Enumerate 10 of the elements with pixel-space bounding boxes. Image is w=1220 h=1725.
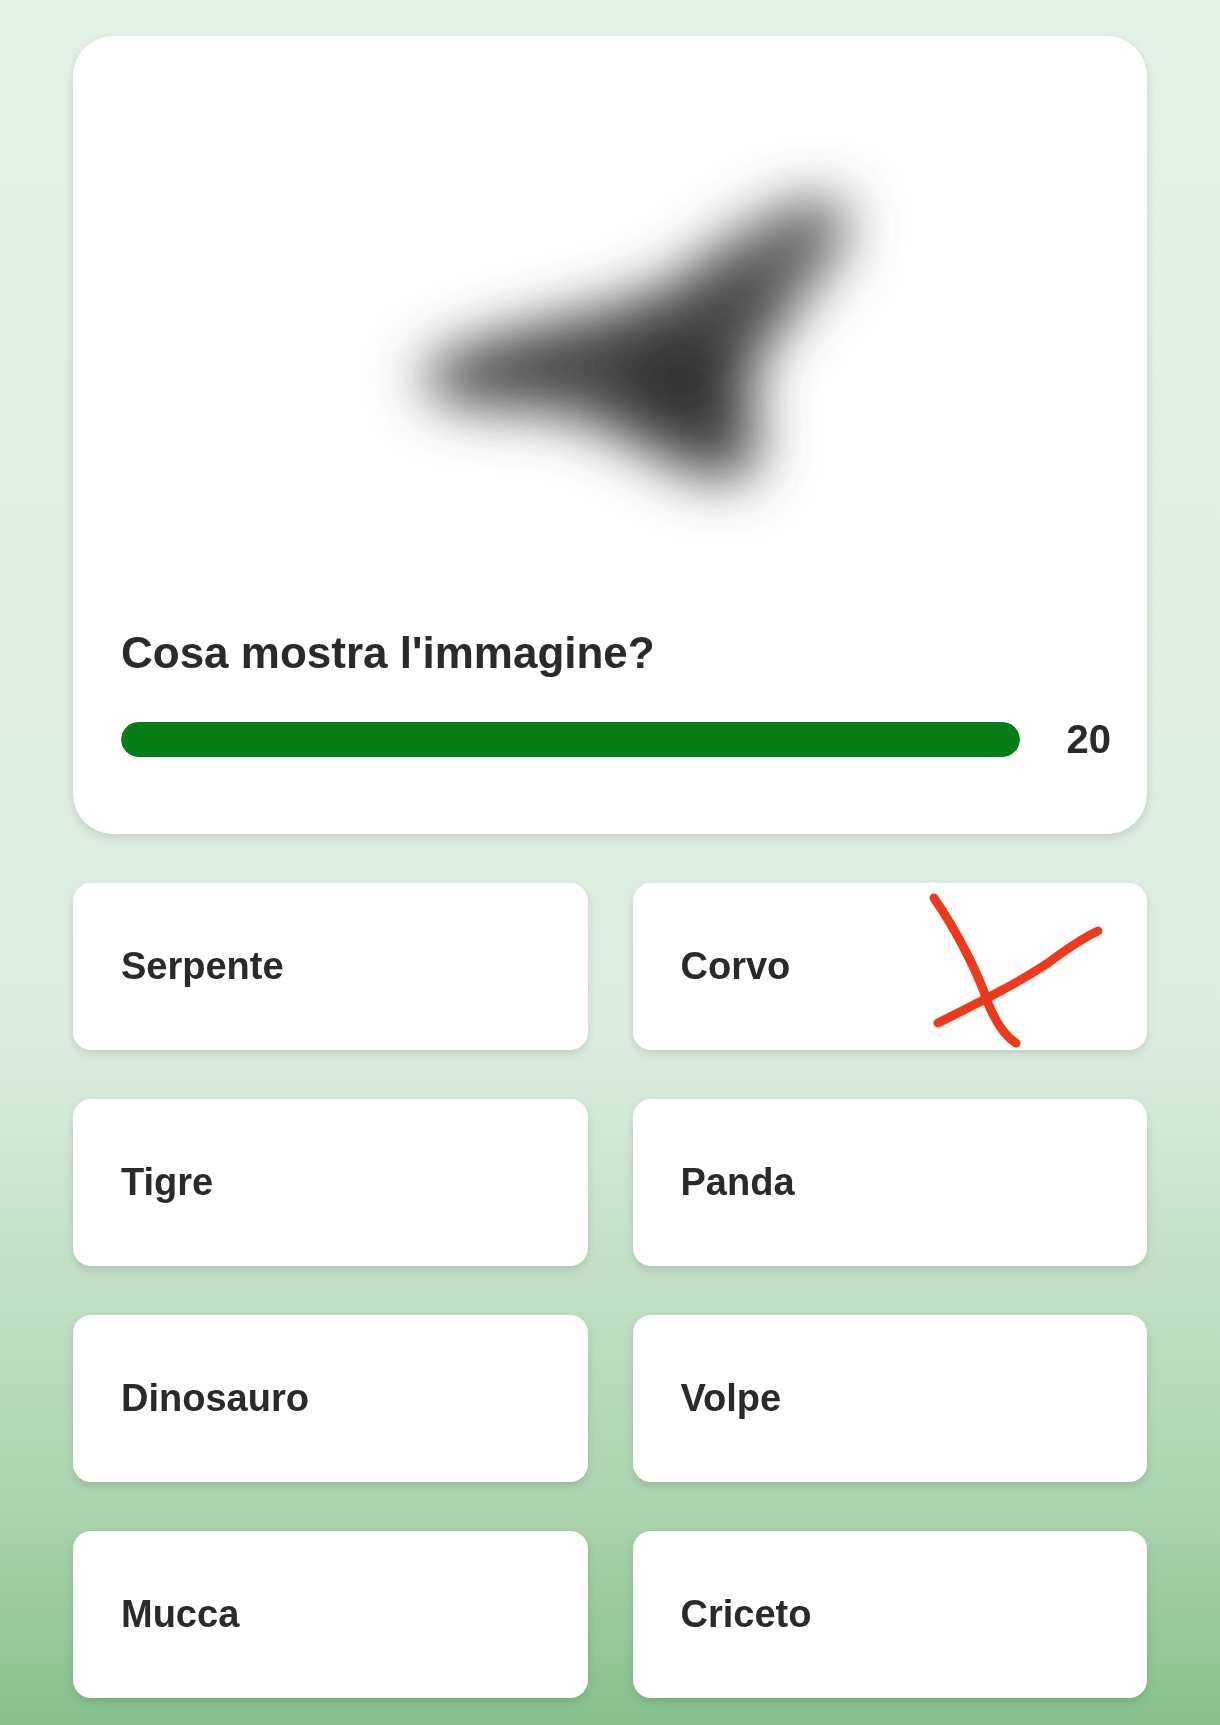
answer-button[interactable]: Panda <box>632 1099 1147 1266</box>
answer-button[interactable]: Serpente <box>73 883 588 1050</box>
timer-count: 20 <box>1066 716 1111 763</box>
question-text: Cosa mostra l'immagine? <box>121 631 656 675</box>
answer-button[interactable]: Mucca <box>73 1531 588 1698</box>
answer-button[interactable]: Criceto <box>632 1531 1147 1698</box>
answer-button[interactable]: Volpe <box>632 1315 1147 1482</box>
answer-button[interactable]: Dinosauro <box>73 1315 588 1482</box>
answer-button[interactable]: Tigre <box>73 1099 588 1266</box>
answer-button[interactable]: Corvo <box>632 883 1147 1050</box>
